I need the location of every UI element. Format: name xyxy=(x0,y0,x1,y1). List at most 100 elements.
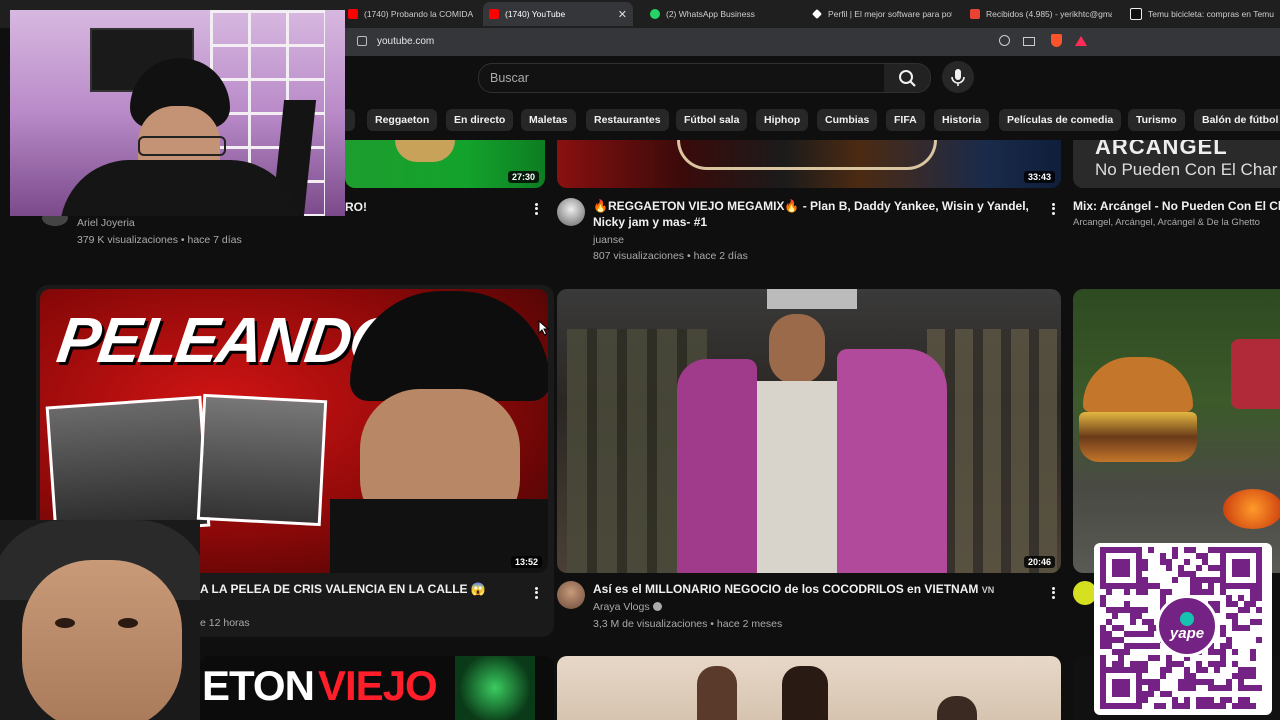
channel-name[interactable]: Ariel Joyeria xyxy=(77,217,135,229)
url-text[interactable]: youtube.com xyxy=(377,36,434,47)
chip-en-directo[interactable]: En directo xyxy=(446,109,514,131)
qr-module xyxy=(1226,643,1232,649)
qr-module xyxy=(1202,589,1208,595)
video-thumbnail[interactable] xyxy=(1073,289,1280,573)
qr-module xyxy=(1232,703,1238,709)
qr-module xyxy=(1166,565,1172,571)
qr-module xyxy=(1214,577,1220,583)
qr-module xyxy=(1166,655,1172,661)
qr-module xyxy=(1112,637,1118,643)
qr-module xyxy=(1208,685,1214,691)
qr-finder xyxy=(1112,559,1130,577)
tab-title: (1740) Probando la COMIDA CALL xyxy=(364,9,473,19)
search-input[interactable]: Buscar xyxy=(478,63,886,93)
qr-module xyxy=(1160,595,1166,601)
browser-tab[interactable]: (2) WhatsApp Business xyxy=(650,2,790,26)
qr-finder xyxy=(1232,559,1250,577)
qr-module xyxy=(1244,667,1250,673)
more-options-icon[interactable] xyxy=(1050,585,1056,601)
search-placeholder: Buscar xyxy=(490,71,529,85)
qr-module xyxy=(1172,703,1178,709)
qr-module xyxy=(1202,577,1208,583)
qr-module xyxy=(1196,667,1202,673)
search-button[interactable] xyxy=(884,63,931,93)
channel-avatar[interactable] xyxy=(557,198,585,226)
qr-module xyxy=(1208,589,1214,595)
chip-maletas[interactable]: Maletas xyxy=(521,109,576,131)
qr-module xyxy=(1244,601,1250,607)
qr-module xyxy=(1196,589,1202,595)
browser-tab[interactable]: Recibidos (4.985) - yerikhtc@gma xyxy=(970,2,1112,26)
chip-futbol-sala[interactable]: Fútbol sala xyxy=(676,109,748,131)
browser-tab[interactable]: Temu bicicleta: compras en Temu xyxy=(1130,2,1280,26)
chip-turismo[interactable]: Turismo xyxy=(1128,109,1185,131)
video-thumbnail[interactable]: 27:30 xyxy=(345,140,545,188)
qr-module xyxy=(1118,661,1124,667)
video-thumbnail[interactable]: ETON VIEJO xyxy=(200,656,554,720)
chip-hiphop[interactable]: Hiphop xyxy=(756,109,809,131)
qr-module xyxy=(1250,649,1256,655)
qr-module xyxy=(1226,613,1232,619)
channel-name[interactable]: juanse xyxy=(593,234,624,246)
qr-module xyxy=(1166,661,1172,667)
chip-restaurantes[interactable]: Restaurantes xyxy=(586,109,669,131)
more-options-icon[interactable] xyxy=(1050,201,1056,217)
chip-historia[interactable]: Historia xyxy=(934,109,990,131)
hand-graphic xyxy=(455,656,535,720)
duration-badge: 33:43 xyxy=(1023,171,1055,183)
chip-balon-de-futbol[interactable]: Balón de fútbol xyxy=(1194,109,1280,131)
qr-module xyxy=(1142,577,1148,583)
zoom-icon[interactable] xyxy=(999,35,1010,46)
video-title[interactable]: Así es el MILLONARIO NEGOCIO de los COCO… xyxy=(593,581,994,598)
qr-module xyxy=(1106,643,1112,649)
more-options-icon[interactable] xyxy=(533,585,539,601)
brave-shield-icon[interactable] xyxy=(1051,34,1062,47)
video-thumbnail[interactable]: ARCÁNGEL No Pueden Con El Char xyxy=(1073,140,1280,188)
video-title[interactable]: A LA PELEA DE CRIS VALENCIA EN LA CALLE … xyxy=(200,581,486,597)
fire-graphic xyxy=(1223,489,1280,529)
more-options-icon[interactable] xyxy=(533,201,539,217)
voice-search-button[interactable] xyxy=(942,61,974,93)
channel-avatar[interactable] xyxy=(557,581,585,609)
qr-module xyxy=(1208,577,1214,583)
video-thumbnail[interactable]: 33:43 xyxy=(557,140,1061,188)
player-two xyxy=(782,666,828,720)
qr-module xyxy=(1160,589,1166,595)
qr-module xyxy=(1214,661,1220,667)
qr-module xyxy=(1196,583,1202,589)
chip-reggaeton[interactable]: Reggaeton xyxy=(367,109,438,131)
youtube-favicon-icon xyxy=(348,9,358,19)
video-title[interactable]: RO! xyxy=(345,199,367,215)
qr-module xyxy=(1106,589,1112,595)
qr-module xyxy=(1226,595,1232,601)
qr-module xyxy=(1202,667,1208,673)
video-title[interactable]: 🔥REGGAETON VIEJO MEGAMIX🔥 - Plan B, Dadd… xyxy=(593,198,1038,230)
search-icon xyxy=(899,70,916,87)
qr-module xyxy=(1166,589,1172,595)
browser-tab-active[interactable]: (1740) YouTube ✕ xyxy=(483,2,633,26)
channel-name[interactable]: Arcangel, Arcángel, Arcángel & De la Ghe… xyxy=(1073,217,1260,228)
brave-rewards-icon[interactable] xyxy=(1075,36,1087,46)
chip-fifa[interactable]: FIFA xyxy=(886,109,925,131)
chip-cumbias[interactable]: Cumbias xyxy=(817,109,878,131)
site-settings-icon[interactable] xyxy=(357,36,367,46)
qr-module xyxy=(1148,631,1154,637)
qr-module xyxy=(1250,589,1256,595)
qr-module xyxy=(1118,637,1124,643)
video-title[interactable]: Mix: Arcángel - No Pueden Con El Cha xyxy=(1073,198,1280,214)
close-tab-icon[interactable]: ✕ xyxy=(618,8,627,21)
qr-module xyxy=(1148,685,1154,691)
browser-tab[interactable]: (1740) Probando la COMIDA CALL xyxy=(348,2,473,26)
channel-name[interactable]: Araya Vlogs xyxy=(593,601,662,613)
qr-module xyxy=(1100,643,1106,649)
qr-module xyxy=(1118,607,1124,613)
ceiling-light xyxy=(767,289,857,309)
video-thumbnail[interactable]: 20:46 xyxy=(557,289,1061,573)
cast-icon[interactable] xyxy=(1023,37,1035,46)
qr-module xyxy=(1238,697,1244,703)
video-thumbnail[interactable] xyxy=(557,656,1061,720)
chip-peliculas-de-comedia[interactable]: Películas de comedia xyxy=(999,109,1122,131)
qr-module xyxy=(1142,565,1148,571)
browser-tab[interactable]: Perfil | El mejor software para pot xyxy=(812,2,952,26)
qr-module xyxy=(1202,553,1208,559)
